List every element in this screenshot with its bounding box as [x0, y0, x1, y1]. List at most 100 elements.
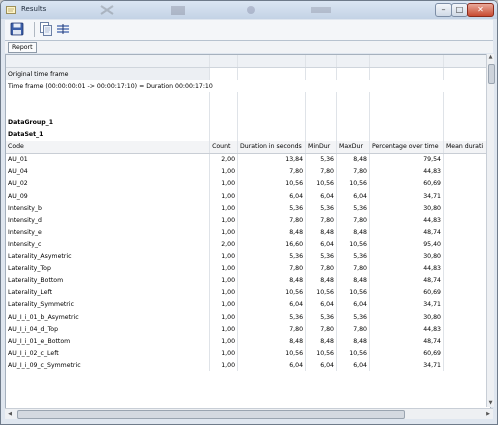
value-cell: 8,48	[305, 226, 337, 239]
value-cell: 8,48	[237, 226, 307, 239]
empty-cell	[237, 55, 307, 69]
empty-cell	[209, 116, 239, 129]
code-cell: Intensity_c	[6, 238, 211, 251]
empty-cell	[443, 310, 490, 324]
scroll-down-icon[interactable]: ▼	[487, 400, 494, 407]
value-cell: 10,56	[336, 177, 370, 191]
table-row: Laterality_Symmetric 1,00 6,04 6,04 6,04 34,7…	[6, 298, 490, 311]
value-cell: 1,00	[209, 250, 239, 263]
value-cell: 7,80	[237, 262, 307, 275]
dataset-row: DataSet_1	[6, 128, 490, 141]
scroll-right-icon[interactable]: ▶	[484, 410, 492, 418]
empty-cell	[443, 335, 490, 348]
value-cell: 10,56	[237, 286, 307, 299]
maximize-button[interactable]: □	[451, 3, 468, 17]
value-cell: 10,56	[237, 177, 307, 191]
columns-button[interactable]	[55, 21, 71, 37]
value-cell: 1,00	[209, 274, 239, 287]
table-row: AU_09 1,00 6,04 6,04 6,04 34,71	[6, 190, 490, 203]
dataset-label: DataSet_1	[6, 128, 211, 141]
value-cell: 10,56	[305, 347, 337, 360]
vertical-scrollbar[interactable]: ▲ ▼	[486, 54, 495, 407]
vertical-scroll-thumb[interactable]	[488, 64, 495, 84]
scroll-left-icon[interactable]: ◀	[6, 410, 14, 418]
value-cell: 10,56	[305, 177, 337, 191]
value-cell: 6,04	[305, 238, 337, 251]
scroll-up-icon[interactable]: ▲	[487, 54, 494, 61]
value-cell: 1,00	[209, 347, 239, 360]
value-cell: 44,83	[369, 214, 444, 227]
table-row: Laterality_Left 1,00 10,56 10,56 10,56 60,69	[6, 286, 490, 299]
empty-cell	[336, 116, 370, 129]
title-bar[interactable]: Results – □ ✕	[1, 1, 497, 19]
table-row: AU_01 2,00 13,84 5,36 8,48 79,54	[6, 153, 490, 166]
value-cell: 10,56	[305, 286, 337, 299]
table-row: AU_I_i_09_c_Symmetric 1,00 6,04 6,04 6,04 34,…	[6, 359, 490, 372]
empty-cell	[369, 92, 444, 105]
value-cell: 5,36	[237, 250, 307, 263]
value-cell: 6,04	[237, 359, 307, 372]
value-cell: 5,36	[237, 310, 307, 324]
minimize-button[interactable]: –	[435, 3, 452, 17]
code-cell: Laterality_Symmetric	[6, 298, 211, 311]
empty-cell	[237, 104, 307, 117]
empty-cell	[6, 92, 211, 105]
value-cell: 44,83	[369, 323, 444, 336]
value-cell: 1,00	[209, 298, 239, 311]
table-row: Laterality_Top 1,00 7,80 7,80 7,80 44,83	[6, 262, 490, 275]
value-cell: 34,71	[369, 359, 444, 372]
value-cell: 48,74	[369, 274, 444, 287]
empty-cell	[209, 128, 239, 141]
value-cell: 5,36	[336, 202, 370, 215]
value-cell: 30,80	[369, 310, 444, 324]
value-cell: 30,80	[369, 202, 444, 215]
report-table: Original time frame Time frame (00:00:00:…	[6, 55, 490, 372]
copy-button[interactable]	[38, 21, 54, 37]
value-cell: 7,80	[237, 214, 307, 227]
table-row: Intensity_c 2,00 16,60 6,04 10,56 95,40	[6, 238, 490, 251]
report-grid: Original time frame Time frame (00:00:00:…	[5, 54, 491, 409]
empty-cell	[305, 92, 337, 105]
close-button[interactable]: ✕	[467, 3, 494, 17]
time-frame-text: Time frame (00:00:00:01 -> 00:00:17:10) …	[6, 80, 490, 93]
empty-cell	[305, 116, 337, 129]
empty-cell	[237, 116, 307, 129]
empty-cell	[443, 92, 490, 105]
table-row: AU_I_i_04_d_Top 1,00 7,80 7,80 7,80 44,83	[6, 323, 490, 336]
value-cell: 8,48	[336, 274, 370, 287]
save-button[interactable]	[9, 21, 25, 37]
empty-cell	[336, 128, 370, 141]
value-cell: 30,80	[369, 250, 444, 263]
empty-cell	[443, 262, 490, 275]
code-cell: AU_I_i_04_d_Top	[6, 323, 211, 336]
tab-report[interactable]: Report	[8, 42, 37, 53]
value-cell: 95,40	[369, 238, 444, 251]
horizontal-scroll-thumb[interactable]	[17, 410, 405, 419]
column-header: Code	[6, 140, 211, 154]
code-cell: AU_I_i_01_e_Bottom	[6, 335, 211, 348]
value-cell: 5,36	[305, 153, 337, 166]
value-cell: 48,74	[369, 335, 444, 348]
value-cell: 7,80	[305, 323, 337, 336]
value-cell: 7,80	[336, 214, 370, 227]
empty-cell	[443, 238, 490, 251]
code-cell: AU_I_i_09_c_Symmetric	[6, 359, 211, 372]
value-cell: 10,56	[336, 286, 370, 299]
empty-cell	[336, 55, 370, 69]
value-cell: 1,00	[209, 226, 239, 239]
table-row: AU_I_i_01_e_Bottom 1,00 8,48 8,48 8,48 48,74	[6, 335, 490, 348]
empty-cell	[209, 104, 239, 117]
code-cell: AU_01	[6, 153, 211, 166]
column-header-row: Code Count Duration in seconds MinDur MaxDur…	[6, 140, 490, 154]
empty-cell	[369, 67, 444, 81]
column-header: Percentage over time	[369, 140, 444, 154]
code-cell: Intensity_b	[6, 202, 211, 215]
empty-cell	[443, 347, 490, 360]
empty-cell	[443, 55, 490, 69]
empty-cell	[443, 128, 490, 141]
value-cell: 5,36	[237, 202, 307, 215]
value-cell: 2,00	[209, 153, 239, 166]
value-cell: 1,00	[209, 335, 239, 348]
horizontal-scrollbar[interactable]: ◀ ▶	[5, 408, 493, 419]
minimize-icon: –	[441, 5, 446, 14]
